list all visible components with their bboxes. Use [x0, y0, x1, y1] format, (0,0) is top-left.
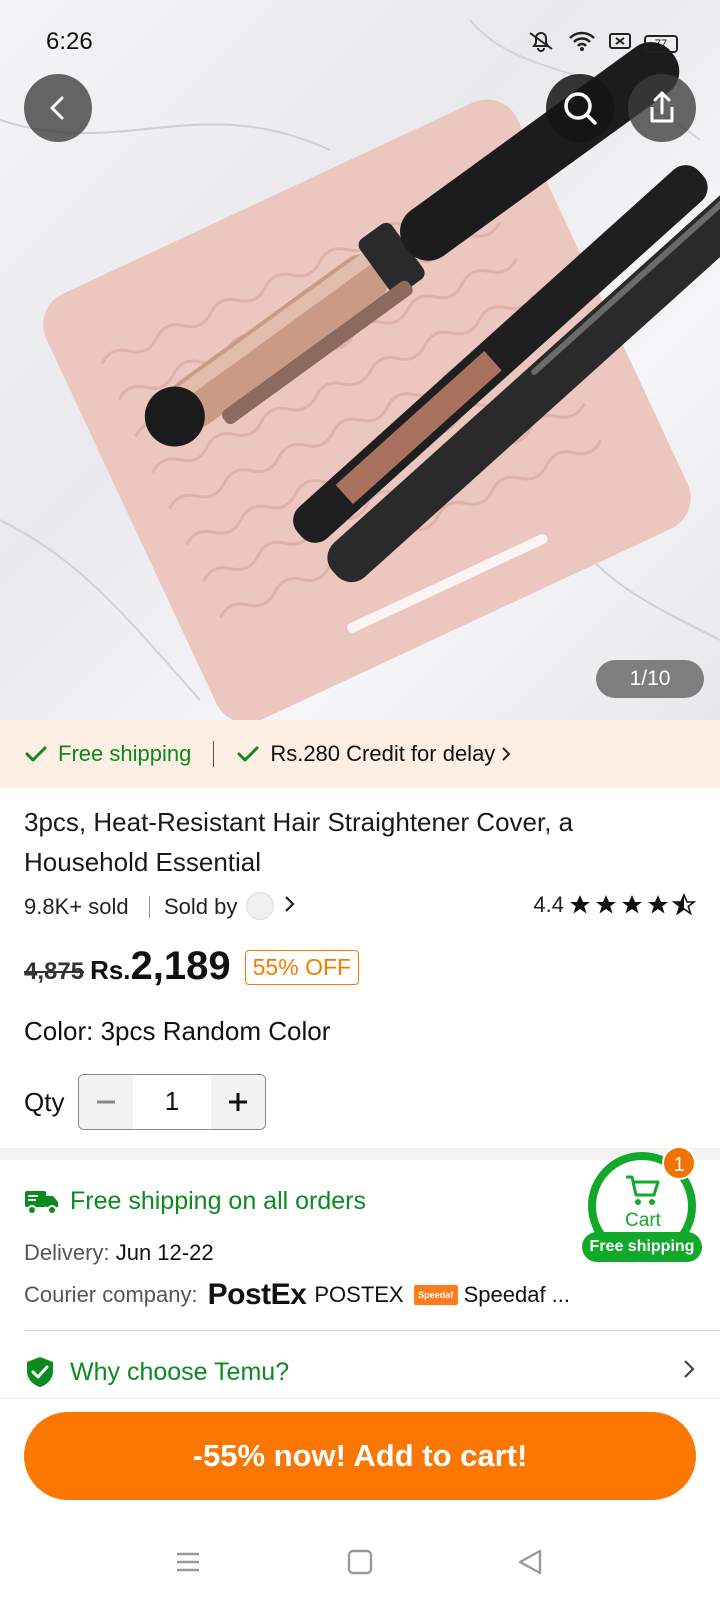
minus-icon	[97, 1100, 115, 1104]
quantity-stepper: 1	[78, 1074, 266, 1130]
speedaf-logo: Speedaf	[413, 1285, 458, 1305]
chevron-right-icon[interactable]	[282, 894, 296, 920]
truck-icon	[25, 1191, 58, 1215]
back-button[interactable]	[24, 74, 92, 142]
delivery-date: Jun 12-22	[115, 1240, 214, 1265]
free-shipping-label: Free shipping	[58, 741, 192, 766]
check-icon	[25, 746, 47, 762]
color-selector-label: Color: 3pcs Random Color	[24, 1016, 331, 1046]
wifi-icon	[568, 30, 596, 57]
delivery-row: Delivery: Jun 12-22	[24, 1240, 214, 1266]
home-square-icon[interactable]	[346, 1548, 374, 1576]
sold-count: 9.8K+ sold	[24, 894, 129, 919]
courier-label: Courier company:	[24, 1282, 198, 1307]
discount-badge: 55% OFF	[244, 950, 360, 985]
decrease-qty-button[interactable]	[79, 1075, 133, 1129]
product-meta-row: 9.8K+ sold Sold by 4.4	[24, 892, 696, 924]
chevron-right-icon	[502, 747, 511, 761]
star-icon	[622, 895, 642, 914]
floating-cart-button[interactable]: Cart 1 Free shipping	[582, 1146, 702, 1262]
price-row: 4,875 Rs. 2,189 55% OFF	[24, 944, 360, 994]
half-star-icon	[672, 893, 696, 916]
why-choose-label: Why choose Temu?	[70, 1357, 290, 1386]
system-nav-bar	[0, 1530, 720, 1600]
courier-row: Courier company: PostEx POSTEX Speedaf S…	[24, 1278, 570, 1312]
divider	[24, 1330, 720, 1331]
current-price: 2,189	[130, 944, 231, 988]
search-icon	[564, 92, 597, 125]
increase-qty-button[interactable]	[211, 1075, 265, 1129]
check-icon	[237, 746, 259, 762]
delivery-label: Delivery:	[24, 1240, 110, 1265]
postex-logo: PostEx	[207, 1278, 307, 1311]
plus-icon	[229, 1093, 247, 1111]
rating-value: 4.4	[533, 892, 564, 917]
qty-value[interactable]: 1	[133, 1075, 211, 1129]
shield-check-icon	[27, 1357, 53, 1387]
courier-name: POSTEX	[314, 1282, 404, 1307]
battery-icon: 77	[644, 34, 678, 53]
share-button[interactable]	[628, 74, 696, 142]
currency-label: Rs.	[90, 955, 131, 985]
quantity-row: Qty 1	[24, 1074, 266, 1130]
chevron-left-icon	[50, 96, 64, 120]
product-image-carousel[interactable]: 6:26 77 1/10	[0, 0, 720, 720]
chevron-right-icon	[682, 1356, 696, 1387]
cart-label: Cart	[625, 1210, 661, 1231]
image-counter: 1/10	[596, 660, 704, 698]
why-choose-temu-row[interactable]: Why choose Temu?	[24, 1352, 696, 1392]
star-rating	[568, 893, 696, 917]
rating[interactable]: 4.4	[533, 892, 696, 918]
qty-label: Qty	[24, 1086, 65, 1117]
free-shipping-all-orders[interactable]: Free shipping on all orders	[24, 1186, 366, 1216]
divider	[213, 741, 215, 767]
credit-for-delay-link[interactable]: Rs.280 Credit for delay	[270, 741, 495, 767]
menu-icon[interactable]	[174, 1548, 202, 1576]
back-triangle-icon[interactable]	[516, 1548, 544, 1576]
star-icon	[596, 895, 616, 914]
seller-avatar[interactable]	[246, 892, 274, 920]
star-icon	[648, 895, 668, 914]
mute-icon	[526, 30, 556, 57]
share-icon	[650, 91, 674, 123]
cart-count-badge: 1	[662, 1146, 696, 1180]
status-time: 6:26	[46, 28, 93, 55]
add-to-cart-button[interactable]: -55% now! Add to cart!	[24, 1412, 696, 1500]
cart-icon	[626, 1175, 660, 1205]
sim-icon	[608, 31, 632, 56]
cart-free-shipping-pill: Free shipping	[582, 1232, 702, 1262]
star-icon	[570, 895, 590, 914]
status-bar: 6:26 77	[0, 0, 720, 84]
original-price: 4,875	[24, 958, 85, 985]
search-button[interactable]	[546, 74, 614, 142]
courier-name: Speedaf ...	[463, 1282, 571, 1307]
product-title: 3pcs, Heat-Resistant Hair Straightener C…	[24, 807, 574, 877]
shipping-strip[interactable]: Free shipping Rs.280 Credit for delay	[0, 720, 720, 788]
divider	[149, 896, 150, 918]
free-shipping-headline: Free shipping on all orders	[70, 1186, 366, 1215]
sold-by-label[interactable]: Sold by	[164, 894, 237, 920]
